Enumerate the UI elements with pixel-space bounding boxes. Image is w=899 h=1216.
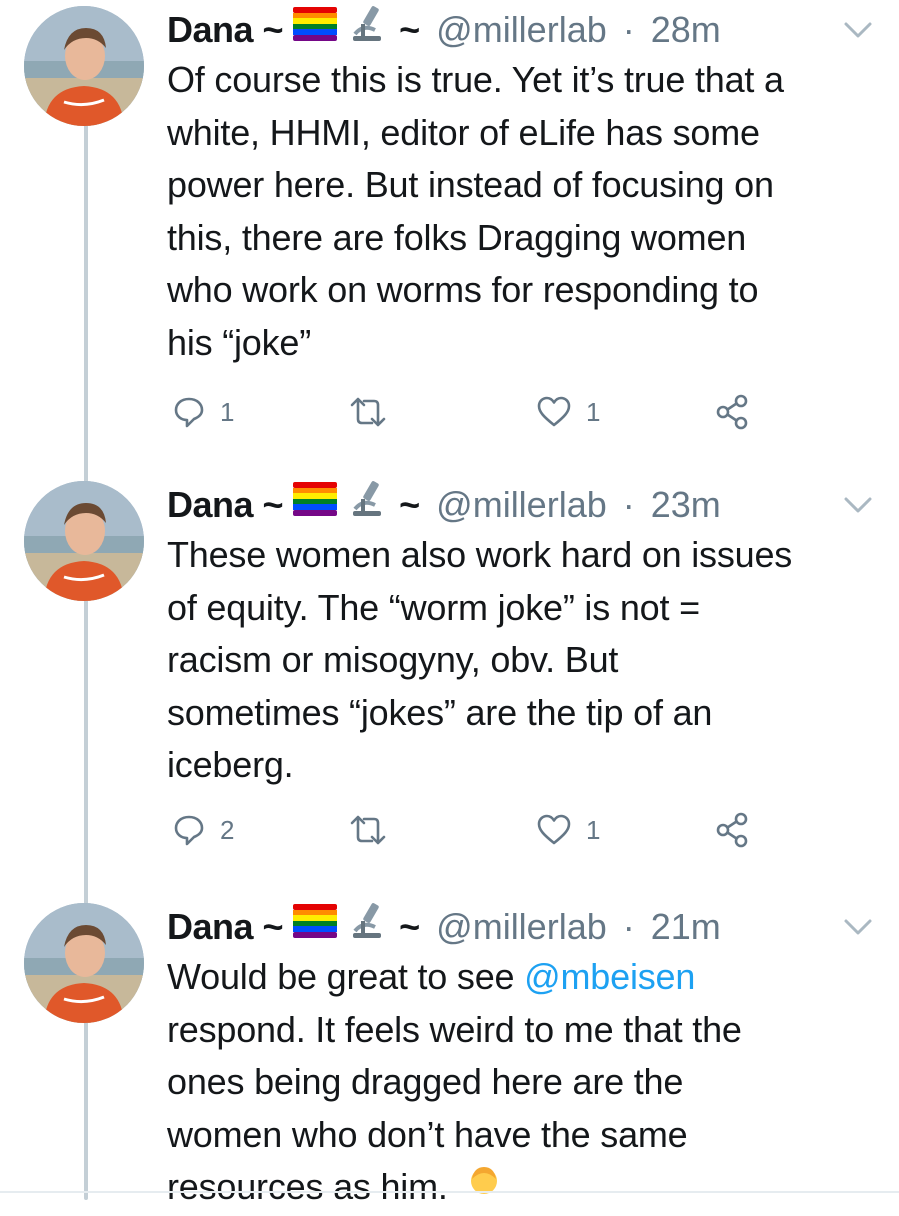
- tweet-text-prefix: Would be great to see: [167, 956, 525, 997]
- heart-outline-icon: [537, 814, 571, 845]
- tweet-text-line: These women also work hard on issues: [167, 534, 793, 575]
- tweet-text-line: who work on worms for responding to: [167, 269, 759, 310]
- tweet-text-line: power here. But instead of focusing on: [167, 164, 774, 205]
- tweet-text-line: sometimes “jokes” are the tip of an: [167, 691, 713, 733]
- rainbow-flag-emoji: [293, 904, 338, 948]
- share-nodes-icon: [716, 812, 748, 848]
- tweet-header: Dana ~ ~ @millerlab · 21m: [167, 903, 877, 949]
- tweet-text-line: Of course this is true. Yet it’s true th…: [167, 59, 784, 100]
- divider: [0, 1191, 899, 1193]
- display-name[interactable]: Dana ~: [167, 906, 284, 947]
- display-name[interactable]: Dana ~: [167, 9, 284, 50]
- user-handle[interactable]: @millerlab: [436, 906, 607, 947]
- like-button[interactable]: 1: [536, 392, 600, 432]
- tweet-actions: 2 1: [172, 810, 792, 850]
- tweet-text-line: this, there are folks Dragging women: [167, 216, 747, 258]
- chevron-down-icon[interactable]: [838, 18, 878, 42]
- like-button[interactable]: 1: [536, 810, 600, 850]
- mention-link[interactable]: @mbeisen: [524, 956, 695, 997]
- avatar[interactable]: [24, 481, 144, 601]
- retweet-arrows-icon: [350, 815, 386, 845]
- retweet-button[interactable]: [348, 810, 388, 850]
- person-emoji: [468, 1163, 500, 1216]
- tweet-text-line: women who don’t have the same: [167, 1113, 688, 1155]
- share-button[interactable]: [714, 810, 750, 850]
- chevron-down-icon[interactable]: [838, 493, 878, 517]
- reply-count: 2: [220, 814, 235, 845]
- rainbow-flag-emoji: [293, 7, 338, 51]
- timestamp[interactable]: 21m: [651, 906, 721, 947]
- thread-connector-line: [84, 120, 88, 1200]
- tweet-text-line: resources as him.: [167, 1161, 877, 1216]
- user-handle[interactable]: @millerlab: [436, 9, 607, 50]
- microscope-emoji: [347, 479, 387, 529]
- share-nodes-icon: [716, 394, 748, 430]
- name-suffix: ~: [399, 906, 421, 947]
- tweet-text-line: ones being dragged here are the: [167, 1061, 684, 1102]
- timestamp[interactable]: 28m: [651, 9, 721, 50]
- tweet-actions: 1 1: [172, 392, 792, 432]
- separator-dot: ·: [622, 906, 635, 947]
- speech-bubble-icon: [174, 397, 204, 428]
- tweet-text-line: of equity. The “worm joke” is not =: [167, 586, 700, 628]
- display-name[interactable]: Dana ~: [167, 484, 284, 525]
- reply-button[interactable]: 1: [172, 392, 234, 432]
- tweet-text-line: Would be great to see @mbeisen: [167, 951, 877, 1004]
- tweet-text-line-end: resources as him.: [167, 1166, 448, 1207]
- like-count: 1: [586, 396, 601, 427]
- tweet-text-line: respond. It feels weird to me that the: [167, 1008, 742, 1050]
- share-button[interactable]: [714, 392, 750, 432]
- separator-dot: ·: [622, 484, 635, 525]
- speech-bubble-icon: [174, 815, 204, 846]
- tweet-text-line: iceberg.: [167, 744, 294, 785]
- retweet-button[interactable]: [348, 392, 388, 432]
- avatar[interactable]: [24, 6, 144, 126]
- retweet-arrows-icon: [350, 397, 386, 427]
- microscope-emoji: [347, 4, 387, 54]
- avatar[interactable]: [24, 903, 144, 1023]
- user-handle[interactable]: @millerlab: [436, 484, 607, 525]
- separator-dot: ·: [622, 9, 635, 50]
- tweet-text: Of course this is true. Yet it’s true th…: [167, 54, 877, 369]
- timestamp[interactable]: 23m: [651, 484, 721, 525]
- rainbow-flag-emoji: [293, 482, 338, 526]
- reply-button[interactable]: 2: [172, 810, 234, 850]
- tweet-text-line: his “joke”: [167, 321, 312, 363]
- microscope-emoji: [347, 901, 387, 951]
- tweet-text: Would be great to see @mbeisen respond. …: [167, 951, 877, 1216]
- tweet-header: Dana ~ ~ @millerlab · 28m: [167, 6, 877, 52]
- like-count: 1: [586, 814, 601, 845]
- chevron-down-icon[interactable]: [838, 915, 878, 939]
- tweet-header: Dana ~ ~ @millerlab · 23m: [167, 481, 877, 527]
- name-suffix: ~: [399, 484, 421, 525]
- heart-outline-icon: [537, 396, 571, 427]
- tweet-text-line: white, HHMI, editor of eLife has some: [167, 111, 760, 153]
- name-suffix: ~: [399, 9, 421, 50]
- reply-count: 1: [220, 396, 235, 427]
- tweet-text: These women also work hard on issues of …: [167, 529, 877, 792]
- tweet-text-line: racism or misogyny, obv. But: [167, 639, 619, 680]
